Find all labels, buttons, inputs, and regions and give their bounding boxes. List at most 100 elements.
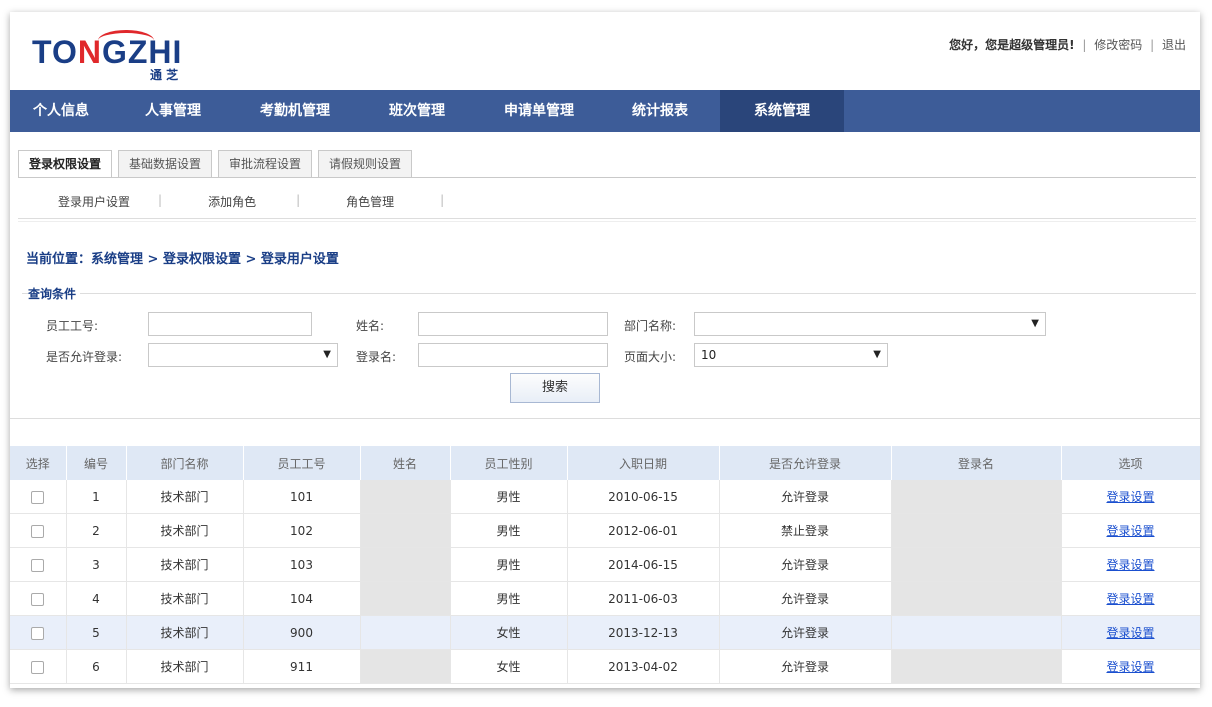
column-header: 选项 [1061, 446, 1200, 480]
link-role-management[interactable]: 角色管理 [346, 193, 394, 210]
emp-no-cell: 104 [243, 581, 361, 616]
divider [18, 177, 1196, 178]
row-checkbox[interactable] [31, 592, 45, 606]
column-header: 姓名 [360, 446, 451, 480]
login-name-cell-masked [891, 513, 1062, 548]
nav-personal-info[interactable]: 个人信息 [10, 90, 112, 132]
nav-hr[interactable]: 人事管理 [112, 90, 234, 132]
dropdown-arrow-icon: ▼ [1031, 318, 1039, 329]
emp-no-cell: 101 [243, 480, 361, 514]
name-label: 姓名: [356, 319, 385, 333]
dept-cell: 技术部门 [126, 581, 244, 616]
logo: TONGZHI 通 芝 [32, 26, 222, 86]
column-header: 员工工号 [243, 446, 361, 480]
login-name-label: 登录名: [356, 350, 397, 364]
row-checkbox[interactable] [31, 490, 45, 504]
page-size-select[interactable]: 10 ▼ [694, 343, 888, 367]
nav-application[interactable]: 申请单管理 [478, 90, 600, 132]
join-date-cell: 2013-12-13 [567, 615, 720, 650]
dept-select[interactable]: ▼ [694, 312, 1046, 336]
login-settings-link[interactable]: 登录设置 [1106, 626, 1154, 640]
allow-login-cell: 允许登录 [719, 615, 892, 650]
login-name-cell-masked [891, 649, 1062, 684]
dropdown-arrow-icon: ▼ [873, 349, 881, 360]
link-login-user-settings[interactable]: 登录用户设置 [58, 193, 130, 210]
login-settings-link[interactable]: 登录设置 [1106, 524, 1154, 538]
third-nav: 登录用户设置 | 添加角色 | 角色管理 | [58, 193, 444, 210]
search-button[interactable]: 搜索 [510, 373, 600, 403]
login-settings-link[interactable]: 登录设置 [1106, 660, 1154, 674]
nav-shift[interactable]: 班次管理 [356, 90, 478, 132]
table-row: 1 技术部门 101 男性 2010-06-15 允许登录 登录设置 [10, 480, 1200, 514]
name-input[interactable] [418, 312, 608, 336]
select-cell [10, 547, 67, 582]
tab-leave-rules[interactable]: 请假规则设置 [318, 150, 413, 177]
table-row: 4 技术部门 104 男性 2011-06-03 允许登录 登录设置 [10, 581, 1200, 616]
table-row: 2 技术部门 102 男性 2012-06-01 禁止登录 登录设置 [10, 513, 1200, 548]
column-header: 员工性别 [450, 446, 568, 480]
action-cell: 登录设置 [1061, 649, 1200, 684]
dept-cell: 技术部门 [126, 547, 244, 582]
join-date-cell: 2010-06-15 [567, 480, 720, 514]
column-header: 登录名 [891, 446, 1062, 480]
page-size-select-value: 10 [701, 348, 717, 362]
main-nav: 个人信息 人事管理 考勤机管理 班次管理 申请单管理 统计报表 系统管理 [10, 90, 1200, 132]
login-settings-link[interactable]: 登录设置 [1106, 558, 1154, 572]
emp-no-cell: 103 [243, 547, 361, 582]
table-row-highlighted: 5 技术部门 900 女性 2013-12-13 允许登录 登录设置 [10, 615, 1200, 650]
login-name-cell-masked [891, 547, 1062, 582]
login-name-cell-masked [891, 480, 1062, 514]
allow-login-select[interactable]: ▼ [148, 343, 338, 367]
dropdown-arrow-icon: ▼ [323, 349, 331, 360]
divider [10, 418, 1200, 419]
emp-no-input[interactable] [148, 312, 312, 336]
row-checkbox[interactable] [31, 524, 45, 538]
emp-no-cell: 900 [243, 615, 361, 650]
row-checkbox[interactable] [31, 558, 45, 572]
row-checkbox[interactable] [31, 660, 45, 674]
nav-system[interactable]: 系统管理 [720, 90, 844, 132]
tab-basic-data[interactable]: 基础数据设置 [118, 150, 213, 177]
login-settings-link[interactable]: 登录设置 [1106, 490, 1154, 504]
action-cell: 登录设置 [1061, 581, 1200, 616]
join-date-cell: 2012-06-01 [567, 513, 720, 548]
emp-no-cell: 911 [243, 649, 361, 684]
select-cell [10, 513, 67, 548]
sub-tabs: 登录权限设置 基础数据设置 审批流程设置 请假规则设置 [18, 150, 418, 177]
join-date-cell: 2013-04-02 [567, 649, 720, 684]
column-header: 部门名称 [126, 446, 244, 480]
login-settings-link[interactable]: 登录设置 [1106, 592, 1154, 606]
divider [18, 218, 1196, 219]
link-add-role[interactable]: 添加角色 [208, 193, 256, 210]
gender-cell: 男性 [450, 513, 568, 548]
tab-login-permission[interactable]: 登录权限设置 [18, 150, 113, 177]
login-name-input[interactable] [418, 343, 608, 367]
allow-login-cell: 允许登录 [719, 480, 892, 514]
gender-cell: 男性 [450, 581, 568, 616]
nav-reports[interactable]: 统计报表 [600, 90, 720, 132]
id-cell: 1 [66, 480, 127, 514]
column-header: 是否允许登录 [719, 446, 892, 480]
table-row: 6 技术部门 911 女性 2013-04-02 允许登录 登录设置 [10, 649, 1200, 684]
id-cell: 3 [66, 547, 127, 582]
change-password-link[interactable]: 修改密码 [1094, 38, 1142, 52]
id-cell: 4 [66, 581, 127, 616]
join-date-cell: 2011-06-03 [567, 581, 720, 616]
name-cell-masked [360, 480, 451, 514]
page-size-label: 页面大小: [624, 350, 677, 364]
allow-login-cell: 禁止登录 [719, 513, 892, 548]
tab-approval-flow[interactable]: 审批流程设置 [218, 150, 313, 177]
divider: | [440, 193, 445, 207]
nav-attendance-machine[interactable]: 考勤机管理 [234, 90, 356, 132]
user-bar: 您好，您是超级管理员! | 修改密码 | 退出 [949, 36, 1186, 53]
allow-login-cell: 允许登录 [719, 581, 892, 616]
divider: | [1150, 38, 1155, 52]
name-cell-masked [360, 615, 451, 650]
id-cell: 5 [66, 615, 127, 650]
select-cell [10, 480, 67, 514]
divider: | [1082, 38, 1087, 52]
gender-cell: 女性 [450, 615, 568, 650]
logout-link[interactable]: 退出 [1162, 38, 1186, 52]
row-checkbox[interactable] [31, 626, 45, 640]
select-cell [10, 649, 67, 684]
